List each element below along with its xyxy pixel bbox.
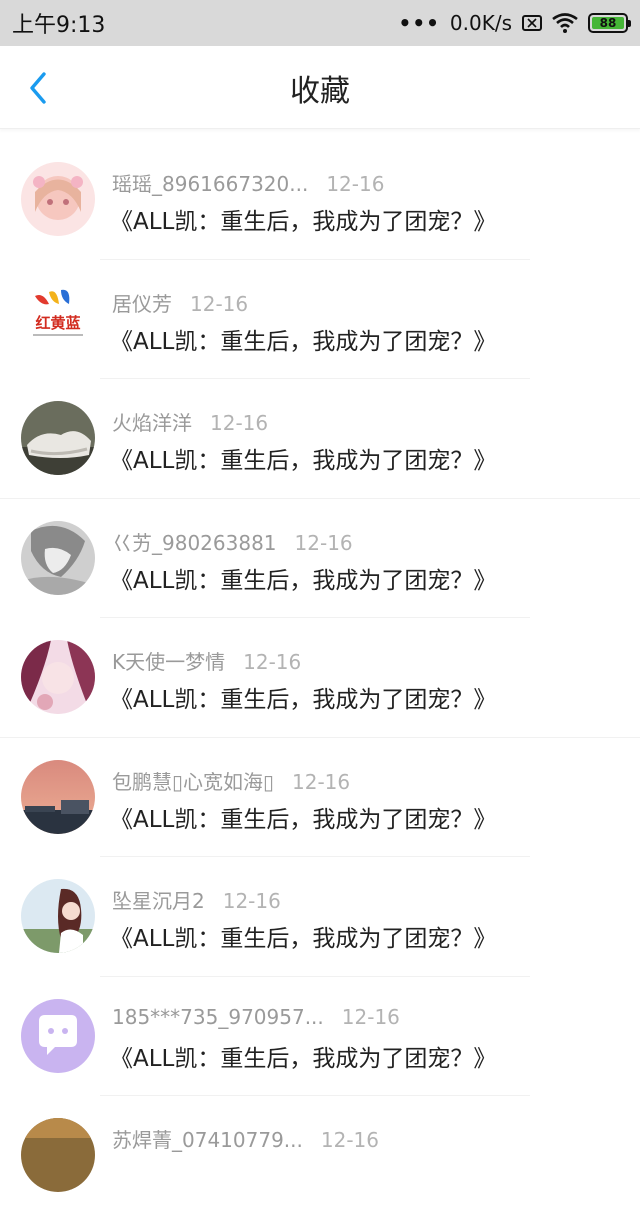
list-item[interactable]: 火焰洋洋 12-16 《ALL凯：重生后，我成为了团宠？》 (0, 379, 640, 499)
avatar[interactable] (21, 759, 95, 834)
item-title: 《ALL凯：重生后，我成为了团宠？》 (110, 567, 497, 594)
username: 火焰洋洋 (112, 411, 192, 435)
avatar[interactable] (21, 162, 95, 236)
avatar[interactable] (21, 998, 95, 1073)
wifi-icon (552, 13, 578, 33)
page-title: 收藏 (290, 74, 350, 109)
item-date: 12-16 (190, 291, 249, 316)
list-item[interactable]: 瑶瑶_8961667320... 12-16 《ALL凯：重生后，我成为了团宠？》 (0, 140, 640, 260)
username: 185***735_970957... (112, 1004, 324, 1029)
no-sim-icon (522, 15, 542, 31)
chevron-left-icon (30, 72, 46, 104)
item-meta: 包鹏慧▯心宽如海▯ 12-16 (112, 766, 350, 795)
list-item[interactable]: K天使一梦情 12-16 《ALL凯：重生后，我成为了团宠？》 (0, 618, 640, 738)
item-date: 12-16 (222, 889, 281, 913)
logo-text: 红黄蓝 (35, 314, 80, 332)
item-title: 《ALL凯：重生后，我成为了团宠？》 (110, 926, 497, 952)
item-meta: 巜艻_980263881 12-16 (112, 527, 353, 556)
username: 瑶瑶_8961667320... (112, 172, 309, 196)
more-dots-icon: ••• (398, 11, 440, 35)
avatar[interactable] (21, 1118, 95, 1192)
list-item[interactable]: 红黄蓝 居仪芳 12-16 《ALL凯：重生后，我成为了团宠？》 (0, 260, 640, 379)
username: 居仪芳 (112, 291, 172, 316)
avatar[interactable]: 红黄蓝 (21, 281, 95, 356)
item-meta: 居仪芳 12-16 (112, 288, 248, 317)
username: 巜艻_980263881 (112, 530, 277, 555)
battery-icon: 88 (588, 13, 631, 33)
item-title: 《ALL凯：重生后，我成为了团宠？》 (110, 209, 497, 235)
item-meta: 185***735_970957... 12-16 (112, 1005, 400, 1029)
avatar[interactable] (21, 640, 95, 714)
item-title: 《ALL凯：重生后，我成为了团宠？》 (110, 328, 497, 355)
avatar[interactable] (21, 520, 95, 595)
item-meta: 坠星沉月2 12-16 (112, 885, 281, 914)
item-date: 12-16 (243, 650, 302, 674)
item-date: 12-16 (320, 1128, 379, 1152)
item-meta: K天使一梦情 12-16 (112, 646, 301, 675)
item-date: 12-16 (210, 411, 269, 435)
page-header: 收藏 (0, 46, 640, 129)
item-title: 《ALL凯：重生后，我成为了团宠？》 (110, 687, 497, 713)
list-item[interactable]: 185***735_970957... 12-16 《ALL凯：重生后，我成为了团… (0, 977, 640, 1096)
status-bar: 上午9:13 ••• 0.0K/s 88 (0, 0, 640, 46)
list-item[interactable]: 坠星沉月2 12-16 《ALL凯：重生后，我成为了团宠？》 (0, 857, 640, 977)
list-item[interactable]: 苏焊菁_07410779... 12-16 (0, 1096, 640, 1216)
item-meta: 苏焊菁_07410779... 12-16 (112, 1124, 379, 1153)
item-title: 《ALL凯：重生后，我成为了团宠？》 (110, 1045, 497, 1072)
avatar[interactable] (21, 401, 95, 475)
back-button[interactable] (18, 68, 58, 108)
list-item[interactable]: 巜艻_980263881 12-16 《ALL凯：重生后，我成为了团宠？》 (0, 499, 640, 618)
status-icons: ••• 0.0K/s 88 (398, 11, 631, 35)
status-time: 上午9:13 (12, 13, 106, 38)
battery-level: 88 (592, 17, 624, 29)
list-item[interactable]: 包鹏慧▯心宽如海▯ 12-16 《ALL凯：重生后，我成为了团宠？》 (0, 738, 640, 857)
item-meta: 火焰洋洋 12-16 (112, 407, 268, 436)
item-title: 《ALL凯：重生后，我成为了团宠？》 (110, 448, 497, 474)
username: K天使一梦情 (112, 650, 226, 674)
item-meta: 瑶瑶_8961667320... 12-16 (112, 168, 384, 197)
item-title: 《ALL凯：重生后，我成为了团宠？》 (110, 806, 497, 833)
item-date: 12-16 (341, 1004, 400, 1029)
network-speed: 0.0K/s (449, 11, 512, 35)
item-date: 12-16 (326, 172, 385, 196)
username: 包鹏慧▯心宽如海▯ (112, 769, 275, 794)
item-date: 12-16 (294, 530, 353, 555)
username: 苏焊菁_07410779... (112, 1128, 303, 1152)
item-date: 12-16 (292, 769, 351, 794)
username: 坠星沉月2 (112, 889, 205, 913)
favorites-list: 瑶瑶_8961667320... 12-16 《ALL凯：重生后，我成为了团宠？》… (0, 140, 640, 1216)
avatar[interactable] (21, 879, 95, 953)
